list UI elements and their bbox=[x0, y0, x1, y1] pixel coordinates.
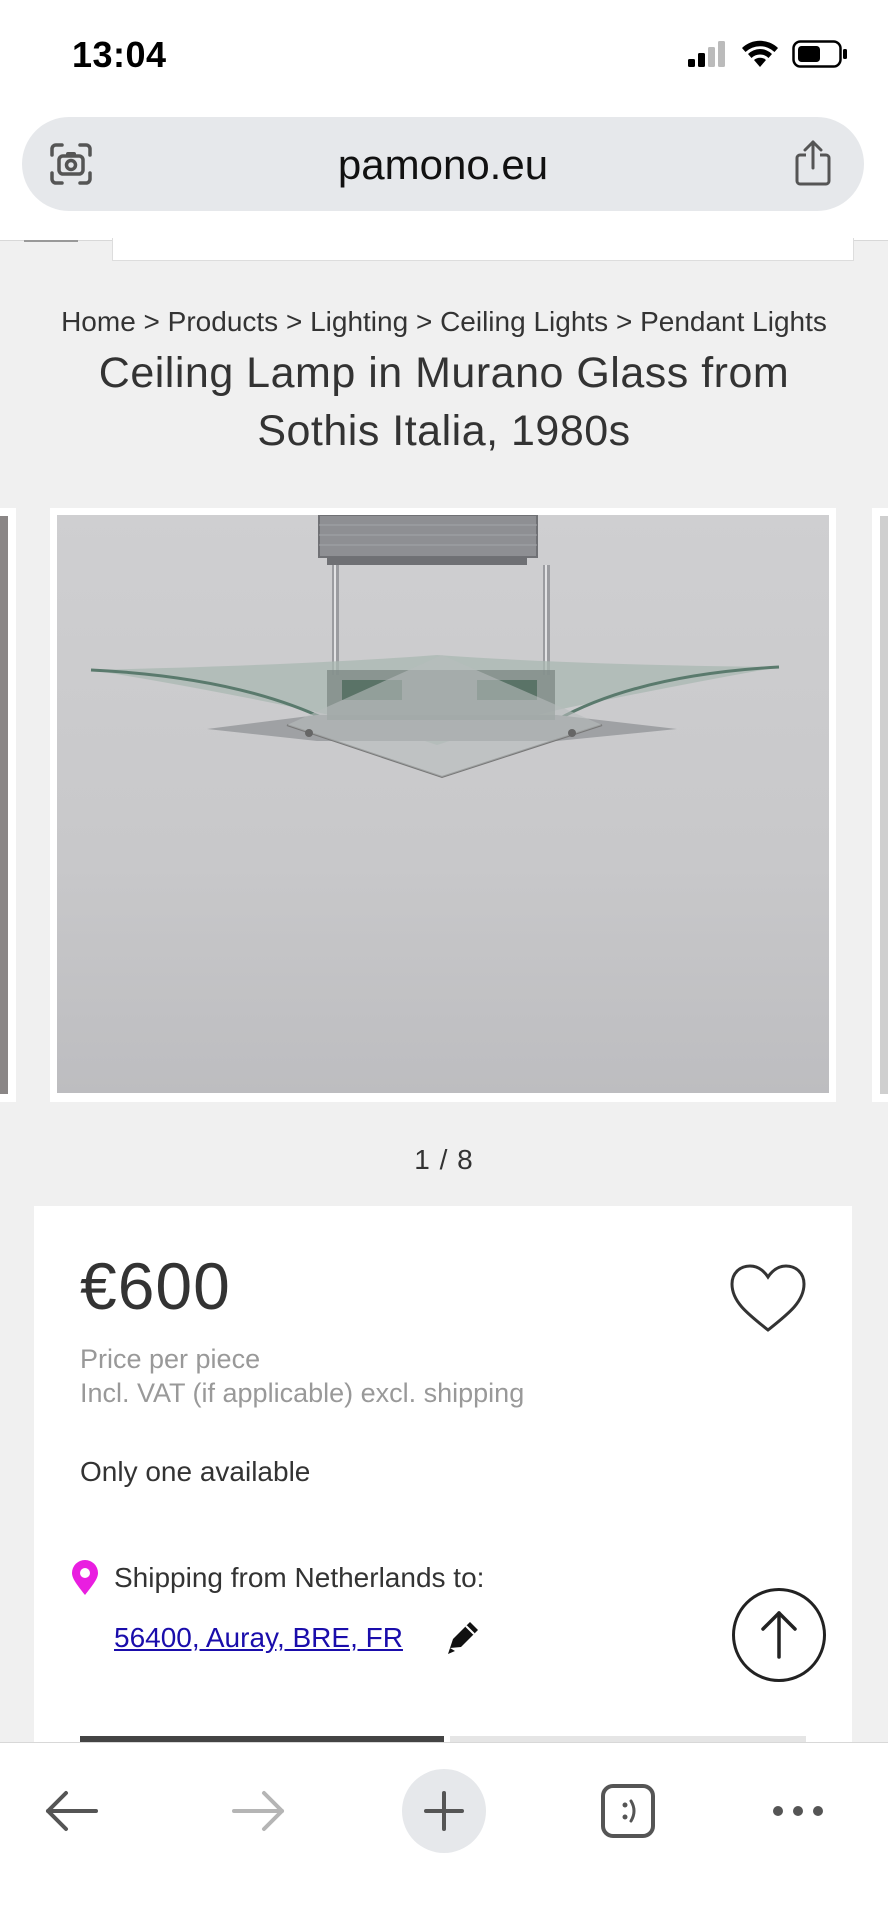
heart-icon[interactable] bbox=[728, 1262, 808, 1339]
price-note: Price per piece Incl. VAT (if applicable… bbox=[80, 1342, 524, 1410]
image-counter: 1 / 8 bbox=[414, 1144, 474, 1175]
gallery-main-slide[interactable] bbox=[50, 508, 836, 1102]
tabs-button[interactable] bbox=[586, 1769, 670, 1853]
new-tab-button[interactable] bbox=[402, 1769, 486, 1853]
more-icon bbox=[773, 1806, 823, 1816]
scrolled-header-remnant bbox=[0, 238, 888, 264]
shipping-destination-link[interactable]: 56400, Auray, BRE, FR bbox=[114, 1622, 403, 1654]
cellular-signal-icon bbox=[688, 41, 725, 67]
status-bar: 13:04 bbox=[0, 0, 888, 112]
gallery-previous-slide[interactable] bbox=[0, 508, 16, 1102]
status-icons bbox=[688, 40, 848, 68]
price-per-label: Price per piece bbox=[80, 1344, 261, 1374]
availability-text: Only one available bbox=[80, 1456, 311, 1487]
breadcrumb[interactable]: Home > Products > Lighting > Ceiling Lig… bbox=[0, 306, 888, 338]
more-menu-button[interactable] bbox=[756, 1769, 840, 1853]
next-image-edge bbox=[880, 516, 888, 1094]
forward-button[interactable] bbox=[216, 1769, 300, 1853]
pencil-icon[interactable] bbox=[444, 1618, 482, 1661]
menu-edge bbox=[24, 240, 78, 242]
tabs-icon bbox=[601, 1784, 655, 1838]
wifi-icon bbox=[742, 40, 778, 67]
search-box-edge bbox=[112, 238, 854, 261]
url-text[interactable]: pamono.eu bbox=[22, 141, 864, 189]
gallery-next-slide[interactable] bbox=[872, 508, 888, 1102]
back-button[interactable] bbox=[30, 1769, 114, 1853]
location-pin-icon bbox=[70, 1560, 100, 1601]
address-bar[interactable]: pamono.eu bbox=[22, 117, 864, 211]
arrow-up-icon bbox=[761, 1611, 797, 1659]
status-time: 13:04 bbox=[72, 34, 167, 75]
shipping-label: Shipping from Netherlands to: bbox=[114, 1562, 485, 1593]
product-image[interactable] bbox=[57, 515, 829, 1093]
scroll-to-top-button[interactable] bbox=[732, 1588, 826, 1682]
vat-note: Incl. VAT (if applicable) excl. shipping bbox=[80, 1378, 525, 1408]
back-arrow-icon bbox=[46, 1791, 98, 1831]
forward-arrow-icon bbox=[232, 1791, 284, 1831]
previous-image-edge bbox=[0, 516, 8, 1094]
browser-address-area: pamono.eu bbox=[0, 112, 888, 240]
share-icon[interactable] bbox=[792, 139, 834, 192]
product-price: €600 bbox=[80, 1249, 231, 1323]
plus-icon bbox=[424, 1791, 464, 1831]
purchase-card: €600 Price per piece Incl. VAT (if appli… bbox=[34, 1206, 852, 1766]
battery-icon bbox=[792, 40, 847, 68]
browser-bottom-toolbar bbox=[0, 1742, 888, 1921]
lamp-illustration bbox=[90, 515, 780, 779]
product-title: Ceiling Lamp in Murano Glass from Sothis… bbox=[98, 349, 790, 455]
product-gallery[interactable] bbox=[0, 508, 888, 1102]
